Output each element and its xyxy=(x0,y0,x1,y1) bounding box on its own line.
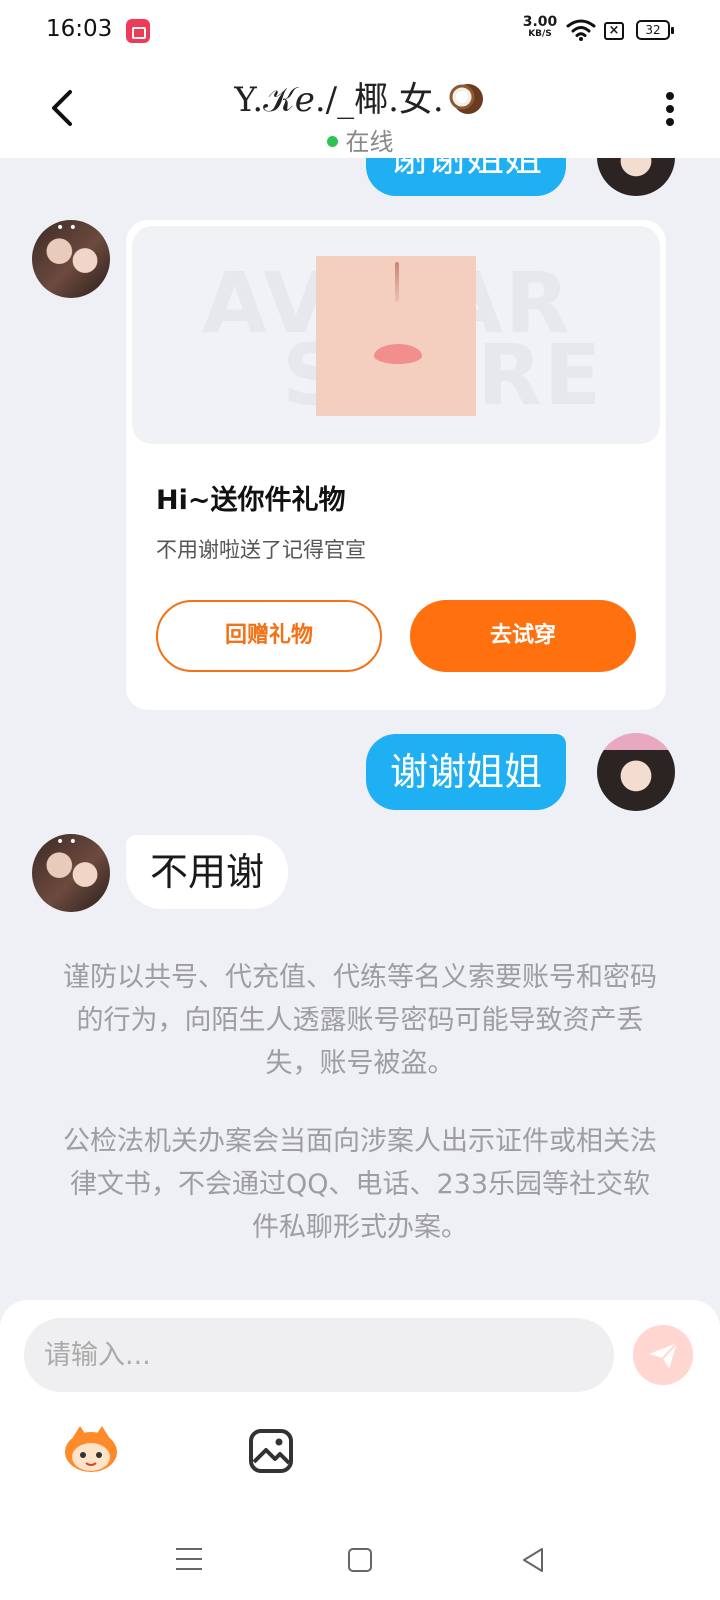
legal-notice: 公检法机关办案会当面向涉案人出示证件或相关法律文书，不会通过QQ、电话、233乐… xyxy=(63,1126,657,1243)
gift-face-image xyxy=(316,256,476,416)
message-bubble-sent: 谢谢姐姐 xyxy=(366,158,567,196)
contact-name: Y.𝒦𝑒./_椰.女. xyxy=(0,72,720,121)
gift-card: AVATAR STORE Hi~送你件礼物 不用谢啦送了记得官宣 回赠礼物 去试… xyxy=(126,220,666,710)
chat-messages[interactable]: 谢谢姐姐 AVATAR STORE Hi~送你件礼物 不用谢啦送了记得官宣 回赠… xyxy=(0,158,720,1300)
message-input[interactable] xyxy=(24,1318,614,1392)
online-status: 在线 xyxy=(0,122,720,157)
screen-record-icon xyxy=(126,19,150,43)
security-notice: 谨防以共号、代充值、代练等名义索要账号和密码的行为，向陌生人透露账号密码可能导致… xyxy=(63,962,657,1079)
no-sim-icon: × xyxy=(604,22,624,40)
gift-preview-image: AVATAR STORE xyxy=(132,226,660,444)
battery-indicator: 32 xyxy=(636,20,674,40)
avatar-contact[interactable] xyxy=(32,220,110,298)
send-icon[interactable] xyxy=(633,1325,693,1385)
avatar-contact[interactable] xyxy=(32,834,110,912)
home-icon[interactable] xyxy=(348,1548,372,1572)
chat-header: Y.𝒦𝑒./_椰.女. 在线 xyxy=(0,62,720,158)
message-bubble-sent: 谢谢姐姐 xyxy=(366,734,567,810)
network-speed: 3.00 KB/S xyxy=(522,14,558,40)
message-bubble-received: 不用谢 xyxy=(126,835,289,909)
online-status-label: 在线 xyxy=(345,128,394,156)
more-vertical-icon[interactable] xyxy=(664,92,676,132)
try-on-button[interactable]: 去试穿 xyxy=(410,600,636,672)
return-gift-button[interactable]: 回赠礼物 xyxy=(156,600,382,672)
coconut-icon xyxy=(449,84,483,114)
status-time: 16:03 xyxy=(46,16,113,42)
avatar-self[interactable] xyxy=(597,158,675,196)
gift-title: Hi~送你件礼物 xyxy=(156,485,346,516)
status-bar: 16:03 3.00 KB/S × 32 xyxy=(0,0,720,62)
nav-back-icon[interactable] xyxy=(520,1546,546,1574)
network-speed-value: 3.00 xyxy=(522,14,558,30)
avatar-self[interactable] xyxy=(597,733,675,811)
contact-name-text: Y.𝒦𝑒./_椰.女. xyxy=(234,80,444,120)
emoji-mascot-icon[interactable] xyxy=(62,1424,120,1474)
online-dot xyxy=(326,136,338,147)
image-icon[interactable] xyxy=(248,1428,294,1474)
system-navigation-bar xyxy=(0,1520,720,1600)
recent-apps-icon[interactable] xyxy=(176,1548,202,1572)
wifi-icon xyxy=(566,19,596,41)
gift-subtitle: 不用谢啦送了记得官宣 xyxy=(156,538,366,562)
